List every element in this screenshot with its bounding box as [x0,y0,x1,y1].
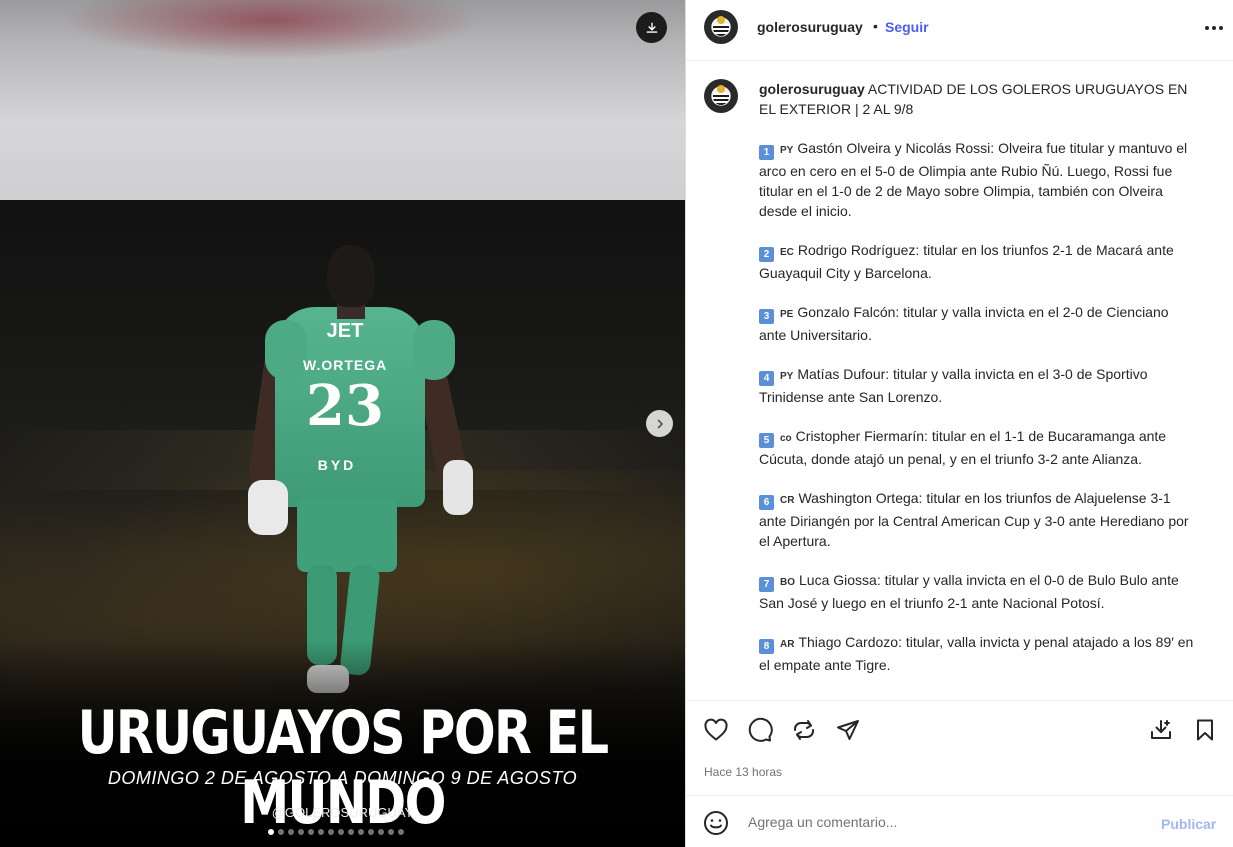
caption-item-text: Thiago Cardozo: titular, valla invicta y… [759,634,1194,673]
carousel-dot [348,829,354,835]
post-viewer: JET W.ORTEGA 23 BYD URUGUAYOS POR EL MUN… [0,0,1233,847]
chevron-right-icon [657,419,663,428]
caption-item-text: Matías Dufour: titular y valla invicta e… [759,366,1148,405]
country-code: PY [780,371,794,382]
carousel-dot [278,829,284,835]
sky-background [0,0,685,205]
caption-item-text: Gonzalo Falcón: titular y valla invicta … [759,304,1169,343]
glove-right [443,460,473,515]
post-media[interactable]: JET W.ORTEGA 23 BYD URUGUAYOS POR EL MUN… [0,0,685,847]
caption-item: 1 PY Gastón Olveira y Nicolás Rossi: Olvei… [759,138,1199,221]
follow-button[interactable]: Seguir [885,19,929,35]
caption-username[interactable]: golerosuruguay [759,81,865,97]
jersey-sponsor: BYD [317,457,357,473]
caption-item: 2 EC Rodrigo Rodríguez: titular en los tri… [759,240,1199,283]
comment-icon [748,717,773,742]
publish-button[interactable]: Publicar [1161,816,1216,832]
jersey-name: W.ORTEGA [303,357,388,373]
country-code: CR [780,495,795,506]
caption-section[interactable]: golerosuruguay ACTIVIDAD DE LOS GOLEROS … [686,61,1233,699]
more-horizontal-icon [1205,26,1223,30]
banner-subtitle: DOMINGO 2 DE AGOSTO A DOMINGO 9 DE AGOST… [107,768,578,788]
caption-item: 3 PE Gonzalo Falcón: titular y valla invic… [759,302,1199,345]
caption-avatar[interactable] [704,79,738,113]
carousel-dot [308,829,314,835]
carousel-indicator [268,829,404,835]
caption-item-text: Luca Giossa: titular y valla invicta en … [759,572,1179,611]
download-button[interactable] [636,12,667,43]
caption-item: 7 BO Luca Giossa: titular y valla invicta … [759,570,1199,613]
caption-item: 8 AR Thiago Cardozo: titular, valla invict… [759,632,1199,675]
carousel-dot [358,829,364,835]
carousel-dot [328,829,334,835]
carousel-dot [378,829,384,835]
repost-icon [794,720,814,740]
repost-button[interactable] [789,715,819,745]
caption-text: golerosuruguay ACTIVIDAD DE LOS GOLEROS … [759,79,1199,675]
caption-item: 6 CR Washington Ortega: titular en los tri… [759,488,1199,551]
keycap-number-icon: 5 [759,433,774,448]
keycap-number-icon: 3 [759,309,774,324]
keycap-number-icon: 6 [759,495,774,510]
caption-item: 5 co Cristopher Fiermarín: titular en el 1… [759,426,1199,469]
caption-item: 4 PY Matías Dufour: titular y valla invict… [759,364,1199,407]
post-side-panel: golerosuruguay • Seguir golerosuruguay A… [685,0,1233,847]
country-code: co [780,433,792,444]
country-code: PE [780,309,794,320]
caption-item-text: Washington Ortega: titular en los triunf… [759,490,1189,549]
carousel-dot [288,829,294,835]
send-icon [837,720,859,740]
keycap-number-icon: 1 [759,145,774,160]
avatar[interactable] [704,10,738,44]
action-bar: Hace 13 horas [686,700,1233,796]
like-button[interactable] [701,715,731,745]
country-code: PY [780,145,794,156]
caption-item-text: Rodrigo Rodríguez: titular en los triunf… [759,242,1174,281]
jersey-number: 23 [306,373,384,439]
keycap-number-icon: 2 [759,247,774,262]
carousel-dot [338,829,344,835]
country-code: EC [780,247,794,258]
share-button[interactable] [833,715,863,745]
jersey-brand: JET [326,320,364,342]
carousel-dot [318,829,324,835]
header-separator: • [873,18,878,34]
carousel-dot [298,829,304,835]
glove-left [248,480,288,535]
bookmark-icon [1197,719,1213,741]
country-code: BO [780,577,795,588]
more-options-button[interactable] [1200,16,1228,40]
save-button[interactable] [1190,715,1220,745]
download-icon [646,22,657,33]
download-post-button[interactable] [1146,715,1176,745]
carousel-dot [388,829,394,835]
post-header: golerosuruguay • Seguir [686,0,1233,61]
download-tray-icon [1151,720,1171,739]
comment-composer: Publicar [686,795,1233,847]
keycap-number-icon: 4 [759,371,774,386]
heart-icon [704,718,728,741]
comment-button[interactable] [745,715,775,745]
carousel-dot [268,829,274,835]
caption-item-text: Gastón Olveira y Nicolás Rossi: Olveira … [759,140,1188,219]
post-timestamp[interactable]: Hace 13 horas [704,765,782,779]
carousel-dot [398,829,404,835]
comment-input[interactable] [746,808,1150,836]
banner-handle: @GOLEROSURUGUAY [271,805,414,820]
emoji-button[interactable] [702,809,730,837]
caption-item-text: Cristopher Fiermarín: titular en el 1-1 … [759,428,1167,467]
keycap-number-icon: 7 [759,577,774,592]
carousel-dot [368,829,374,835]
carousel-next-button[interactable] [646,410,673,437]
country-code: AR [780,639,795,650]
keycap-number-icon: 8 [759,639,774,654]
emoji-icon [704,811,728,835]
header-username[interactable]: golerosuruguay [757,19,863,35]
